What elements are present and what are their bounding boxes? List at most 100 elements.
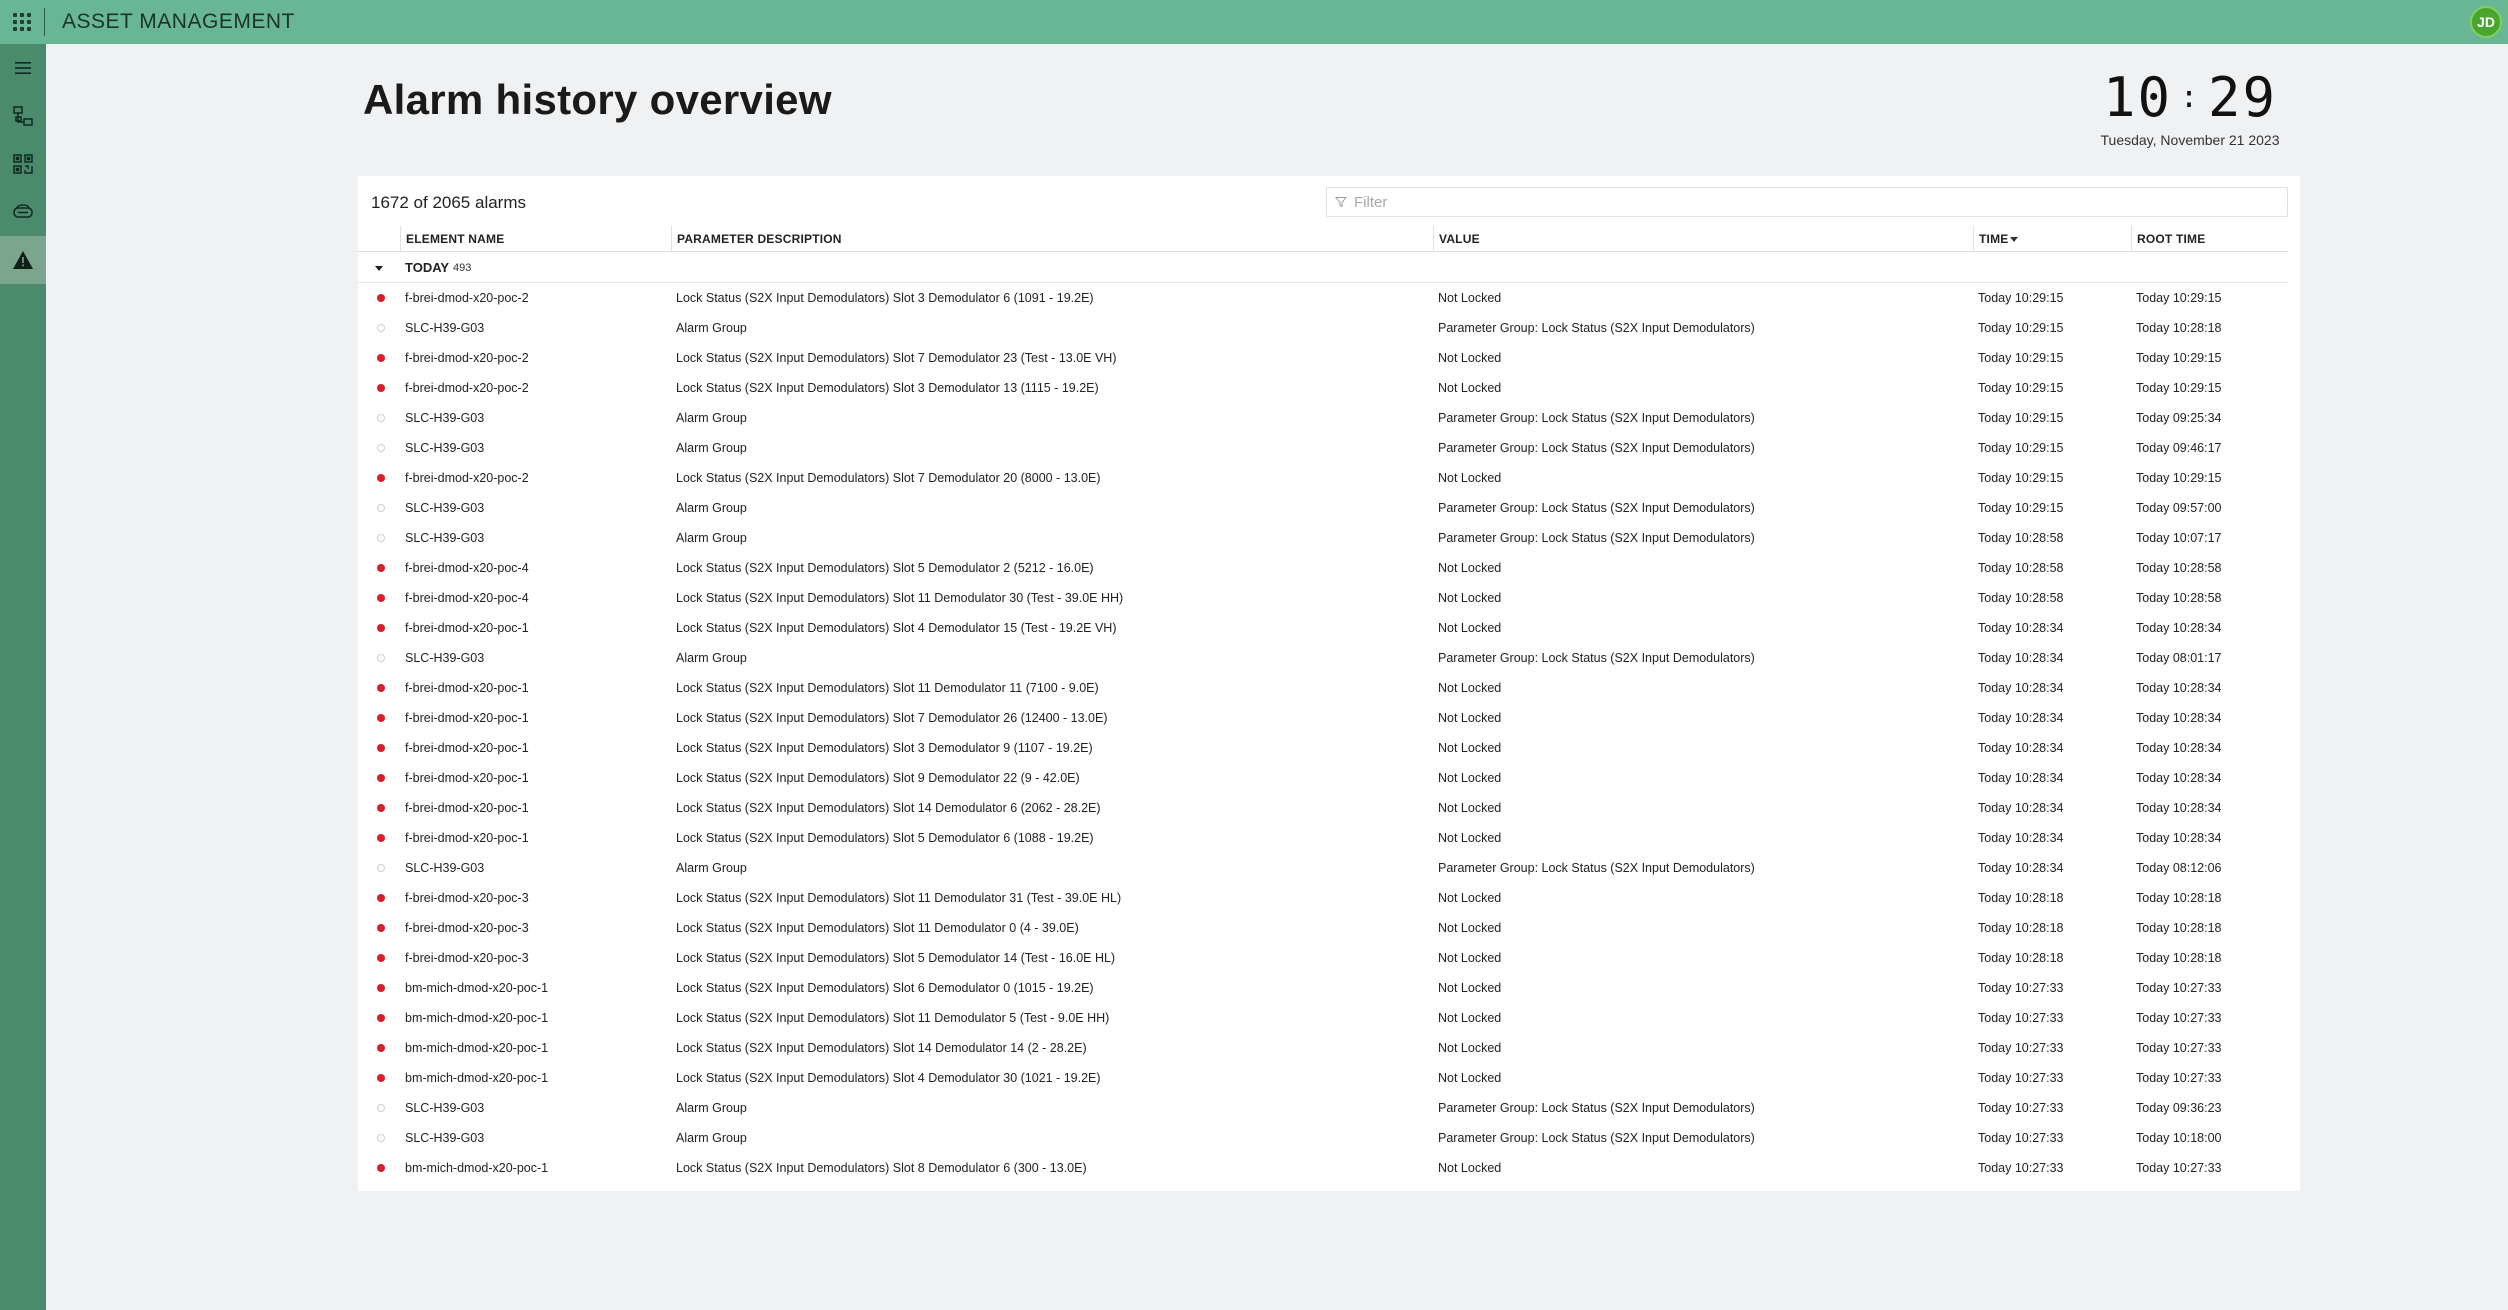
sidebar-item-topology[interactable] [0,92,46,140]
column-header-time[interactable]: TIME [1973,226,2131,252]
table-row[interactable]: SLC-H39-G03 Alarm Group Parameter Group: L… [358,313,2288,343]
parameter-description-cell: Alarm Group [676,501,747,515]
parameter-description-cell: Alarm Group [676,861,747,875]
table-row[interactable]: SLC-H39-G03 Alarm Group Parameter Group: L… [358,493,2288,523]
element-name-cell: f-brei-dmod-x20-poc-1 [405,771,529,785]
time-cell: Today 10:27:33 [1978,1161,2064,1175]
value-cell: Parameter Group: Lock Status (S2X Input … [1438,501,1755,515]
table-row[interactable]: SLC-H39-G03 Alarm Group Parameter Group: L… [358,1093,2288,1123]
value-cell: Not Locked [1438,291,1502,305]
table-row[interactable]: f-brei-dmod-x20-poc-3 Lock Status (S2X In… [358,943,2288,973]
normal-severity-icon [377,534,385,542]
value-cell: Not Locked [1438,891,1502,905]
time-cell: Today 10:29:15 [1978,321,2064,335]
element-name-cell: SLC-H39-G03 [405,501,485,515]
user-avatar[interactable]: JD [2470,6,2502,38]
clock-separator: : [2179,80,2201,115]
root-time-cell: Today 10:27:33 [2136,981,2222,995]
table-row[interactable]: SLC-H39-G03 Alarm Group Parameter Group: L… [358,403,2288,433]
table-row[interactable]: f-brei-dmod-x20-poc-3 Lock Status (S2X In… [358,883,2288,913]
parameter-description-cell: Lock Status (S2X Input Demodulators) Slo… [676,711,1108,725]
table-row[interactable]: f-brei-dmod-x20-poc-3 Lock Status (S2X In… [358,913,2288,943]
parameter-description-cell: Lock Status (S2X Input Demodulators) Slo… [676,1041,1087,1055]
time-cell: Today 10:28:18 [1978,951,2064,965]
table-row[interactable]: f-brei-dmod-x20-poc-2 Lock Status (S2X In… [358,373,2288,403]
critical-severity-icon [377,834,385,842]
time-cell: Today 10:27:33 [1978,1041,2064,1055]
table-row[interactable]: f-brei-dmod-x20-poc-1 Lock Status (S2X In… [358,793,2288,823]
time-cell: Today 10:27:33 [1978,1131,2064,1145]
table-row[interactable]: bm-mich-dmod-x20-poc-1 Lock Status (S2X I… [358,1063,2288,1093]
parameter-description-cell: Lock Status (S2X Input Demodulators) Slo… [676,981,1094,995]
value-cell: Not Locked [1438,1041,1502,1055]
apps-button[interactable] [0,0,44,44]
table-row[interactable]: f-brei-dmod-x20-poc-2 Lock Status (S2X In… [358,343,2288,373]
column-header-parameter-description[interactable]: PARAMETER DESCRIPTION [671,226,1433,252]
group-row-today[interactable]: TODAY 493 [358,253,2288,283]
table-row[interactable]: f-brei-dmod-x20-poc-1 Lock Status (S2X In… [358,673,2288,703]
time-cell: Today 10:27:33 [1978,1071,2064,1085]
parameter-description-cell: Lock Status (S2X Input Demodulators) Slo… [676,381,1099,395]
table-row[interactable]: SLC-H39-G03 Alarm Group Parameter Group: L… [358,643,2288,673]
table-row[interactable]: bm-mich-dmod-x20-poc-1 Lock Status (S2X I… [358,1033,2288,1063]
table-row[interactable]: SLC-H39-G03 Alarm Group Parameter Group: L… [358,1123,2288,1153]
value-cell: Not Locked [1438,591,1502,605]
parameter-description-cell: Lock Status (S2X Input Demodulators) Slo… [676,621,1117,635]
filter-box[interactable] [1326,187,2288,217]
parameter-description-cell: Lock Status (S2X Input Demodulators) Slo… [676,1071,1101,1085]
parameter-description-cell: Lock Status (S2X Input Demodulators) Slo… [676,741,1093,755]
clock-hours: 10 [2102,66,2172,129]
clock-minutes: 29 [2208,66,2278,129]
root-time-cell: Today 10:28:58 [2136,591,2222,605]
table-row[interactable]: f-brei-dmod-x20-poc-2 Lock Status (S2X In… [358,283,2288,313]
value-cell: Parameter Group: Lock Status (S2X Input … [1438,531,1755,545]
parameter-description-cell: Lock Status (S2X Input Demodulators) Slo… [676,351,1117,365]
column-header-root-time[interactable]: ROOT TIME [2131,226,2288,252]
root-time-cell: Today 10:29:15 [2136,381,2222,395]
column-header-value[interactable]: VALUE [1433,226,1973,252]
root-time-cell: Today 10:28:34 [2136,621,2222,635]
table-row[interactable]: f-brei-dmod-x20-poc-1 Lock Status (S2X In… [358,733,2288,763]
critical-severity-icon [377,384,385,392]
table-row[interactable]: SLC-H39-G03 Alarm Group Parameter Group: L… [358,523,2288,553]
table-row[interactable]: f-brei-dmod-x20-poc-1 Lock Status (S2X In… [358,703,2288,733]
sidebar-item-dashboard[interactable] [0,140,46,188]
warning-icon [13,251,33,269]
table-row[interactable]: SLC-H39-G03 Alarm Group Parameter Group: L… [358,853,2288,883]
table-row[interactable]: SLC-H39-G03 Alarm Group Parameter Group: L… [358,433,2288,463]
table-row[interactable]: f-brei-dmod-x20-poc-1 Lock Status (S2X In… [358,823,2288,853]
table-row[interactable]: bm-mich-dmod-x20-poc-1 Lock Status (S2X I… [358,973,2288,1003]
critical-severity-icon [377,474,385,482]
value-cell: Not Locked [1438,471,1502,485]
filter-input[interactable] [1354,193,2254,211]
clock-date: Tuesday, November 21 2023 [2100,132,2280,148]
table-row[interactable]: f-brei-dmod-x20-poc-2 Lock Status (S2X In… [358,463,2288,493]
value-cell: Not Locked [1438,621,1502,635]
value-cell: Not Locked [1438,381,1502,395]
value-cell: Not Locked [1438,351,1502,365]
sidebar-item-alarms[interactable] [0,236,46,284]
root-time-cell: Today 10:18:00 [2136,1131,2222,1145]
column-header-label: ROOT TIME [2137,232,2206,246]
element-name-cell: SLC-H39-G03 [405,651,485,665]
parameter-description-cell: Alarm Group [676,321,747,335]
value-cell: Not Locked [1438,951,1502,965]
table-row[interactable]: bm-mich-dmod-x20-poc-1 Lock Status (S2X I… [358,1003,2288,1033]
root-time-cell: Today 10:27:33 [2136,1161,2222,1175]
table-row[interactable]: f-brei-dmod-x20-poc-1 Lock Status (S2X In… [358,613,2288,643]
sort-descending-icon [2010,236,2019,242]
time-cell: Today 10:29:15 [1978,291,2064,305]
table-row[interactable]: f-brei-dmod-x20-poc-1 Lock Status (S2X In… [358,763,2288,793]
parameter-description-cell: Lock Status (S2X Input Demodulators) Slo… [676,771,1080,785]
device-icon [13,204,33,218]
column-header-element-name[interactable]: ELEMENT NAME [400,226,676,252]
time-cell: Today 10:29:15 [1978,441,2064,455]
sidebar-item-devices[interactable] [0,188,46,236]
root-time-cell: Today 10:27:33 [2136,1071,2222,1085]
table-row[interactable]: f-brei-dmod-x20-poc-4 Lock Status (S2X In… [358,553,2288,583]
table-row[interactable]: bm-mich-dmod-x20-poc-1 Lock Status (S2X I… [358,1153,2288,1183]
value-cell: Not Locked [1438,831,1502,845]
collapse-caret-icon[interactable] [375,266,383,271]
sidebar-menu-toggle[interactable] [0,44,46,92]
table-row[interactable]: f-brei-dmod-x20-poc-4 Lock Status (S2X In… [358,583,2288,613]
